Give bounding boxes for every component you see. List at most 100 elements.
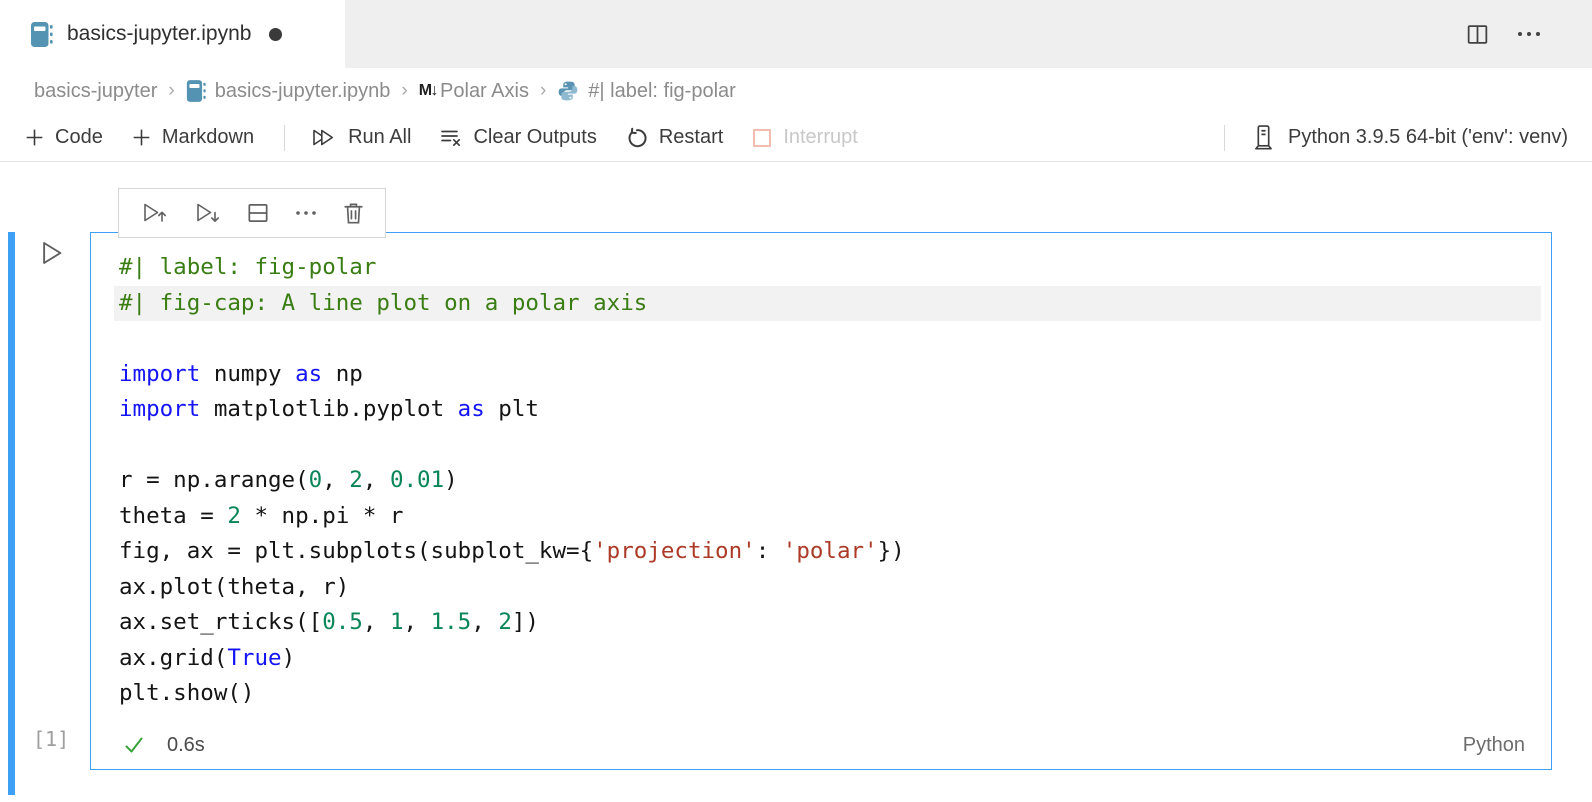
code-token-number: 0.01 (390, 467, 444, 493)
code-line[interactable]: #| fig-cap: A line plot on a polar axis (114, 286, 1541, 322)
restart-icon (625, 126, 649, 150)
code-token-number: 2 (498, 609, 512, 635)
code-token-plain: * np.pi * r (241, 503, 404, 529)
delete-cell-button[interactable] (341, 200, 366, 226)
code-line[interactable]: ax.set_rticks([0.5, 1, 1.5, 2]) (114, 605, 1541, 641)
split-editor-button[interactable] (1465, 22, 1490, 47)
code-line[interactable]: plt.show() (114, 676, 1541, 712)
markdown-icon: M↓ (419, 82, 437, 100)
clear-outputs-button[interactable]: Clear Outputs (439, 126, 596, 150)
cell-language-picker[interactable]: Python (1463, 734, 1525, 757)
code-token-plain: ax.grid( (119, 645, 227, 671)
chevron-right-icon: › (540, 80, 546, 102)
notebook-toolbar: Code Markdown Run All Clear Outputs (0, 114, 1592, 162)
execute-above-button[interactable] (139, 200, 169, 226)
code-token-keyword: as (295, 361, 322, 387)
run-all-label: Run All (348, 126, 411, 149)
run-cell-button[interactable] (36, 238, 66, 268)
add-markdown-label: Markdown (162, 126, 254, 149)
breadcrumb-cell[interactable]: #| label: fig-polar (557, 80, 736, 103)
code-token-number: 0.5 (322, 609, 363, 635)
code-token-number: 2 (227, 503, 241, 529)
breadcrumb-section[interactable]: M↓ Polar Axis (419, 80, 529, 103)
code-token-plain: matplotlib.pyplot (200, 396, 457, 422)
code-line[interactable]: import matplotlib.pyplot as plt (114, 392, 1541, 428)
code-token-number: 1 (390, 609, 404, 635)
code-line[interactable]: theta = 2 * np.pi * r (114, 499, 1541, 535)
code-token-keyword: import (119, 396, 200, 422)
chevron-right-icon: › (401, 80, 407, 102)
breadcrumb: basics-jupyter › basics-jupyter.ipynb › … (0, 68, 1592, 114)
python-logo-icon (557, 80, 579, 102)
code-token-string: 'projection' (593, 538, 756, 564)
code-token-plain: , (363, 467, 390, 493)
code-token-number: 1.5 (431, 609, 472, 635)
toolbar-divider (1224, 125, 1225, 151)
breadcrumb-file-label: basics-jupyter.ipynb (215, 80, 391, 103)
code-line[interactable]: #| label: fig-polar (114, 250, 1541, 286)
code-token-plain: plt.show() (119, 680, 254, 706)
success-check-icon (122, 733, 146, 757)
more-actions-icon[interactable] (1516, 21, 1542, 47)
code-line[interactable]: fig, ax = plt.subplots(subplot_kw={'proj… (114, 534, 1541, 570)
code-token-plain: , (322, 467, 349, 493)
interrupt-button[interactable]: Interrupt (751, 126, 857, 149)
chevron-right-icon: › (168, 80, 174, 102)
code-token-plain: np (322, 361, 363, 387)
split-cell-button[interactable] (245, 200, 271, 226)
code-token-plain: ) (282, 645, 296, 671)
code-token-plain: }) (878, 538, 905, 564)
code-token-plain: ]) (512, 609, 539, 635)
code-token-string: 'polar' (783, 538, 878, 564)
code-token-plain: : (756, 538, 783, 564)
execute-below-button[interactable] (192, 200, 222, 226)
unsaved-changes-dot[interactable] (269, 28, 282, 41)
code-line[interactable]: r = np.arange(0, 2, 0.01) (114, 463, 1541, 499)
breadcrumb-folder[interactable]: basics-jupyter (34, 80, 157, 103)
interrupt-label: Interrupt (783, 126, 857, 149)
kernel-environment-icon (1251, 124, 1276, 151)
code-token-keyword: True (227, 645, 281, 671)
tab-bar: basics-jupyter.ipynb (0, 0, 1592, 68)
kernel-selector-button[interactable]: Python 3.9.5 64-bit ('env': venv) (1251, 124, 1568, 151)
add-code-label: Code (55, 126, 103, 149)
plus-icon (131, 127, 152, 148)
code-token-comment: #| label: fig-polar (119, 254, 376, 280)
breadcrumb-folder-label: basics-jupyter (34, 80, 157, 103)
code-token-plain: , (363, 609, 390, 635)
code-line[interactable]: import numpy as np (114, 357, 1541, 393)
toolbar-divider (284, 125, 285, 151)
run-all-button[interactable]: Run All (311, 125, 411, 150)
add-markdown-cell-button[interactable]: Markdown (131, 126, 254, 149)
code-token-number: 2 (349, 467, 363, 493)
breadcrumb-file[interactable]: basics-jupyter.ipynb (186, 79, 391, 103)
code-line[interactable] (114, 321, 1541, 357)
editor-actions (1465, 0, 1592, 68)
code-token-plain: , (471, 609, 498, 635)
cell-status-bar: 0.6s Python (91, 721, 1551, 769)
code-editor[interactable]: #| label: fig-polar #| fig-cap: A line pl… (91, 233, 1551, 712)
code-token-plain: r = np.arange( (119, 467, 309, 493)
clear-outputs-label: Clear Outputs (473, 126, 596, 149)
code-token-plain: theta = (119, 503, 227, 529)
clear-outputs-icon (439, 126, 463, 150)
cell-status-left: 0.6s (122, 733, 205, 757)
code-line[interactable]: ax.grid(True) (114, 641, 1541, 677)
code-token-plain: fig, ax = plt.subplots(subplot_kw={ (119, 538, 593, 564)
add-code-cell-button[interactable]: Code (24, 126, 103, 149)
code-token-number: 0 (309, 467, 323, 493)
kernel-label: Python 3.9.5 64-bit ('env': venv) (1288, 126, 1568, 149)
execution-duration: 0.6s (167, 734, 205, 757)
restart-button[interactable]: Restart (625, 126, 723, 150)
code-token-plain: ) (444, 467, 458, 493)
execution-count: [1] (33, 727, 69, 751)
interrupt-stop-icon (751, 127, 773, 149)
code-token-plain: plt (485, 396, 539, 422)
tab-basics-jupyter[interactable]: basics-jupyter.ipynb (0, 0, 345, 68)
plus-icon (24, 127, 45, 148)
code-line[interactable]: ax.plot(theta, r) (114, 570, 1541, 606)
code-cell[interactable]: #| label: fig-polar #| fig-cap: A line pl… (90, 232, 1552, 770)
code-line[interactable] (114, 428, 1541, 464)
more-cell-actions-button[interactable] (294, 201, 318, 225)
run-all-icon (311, 125, 338, 150)
